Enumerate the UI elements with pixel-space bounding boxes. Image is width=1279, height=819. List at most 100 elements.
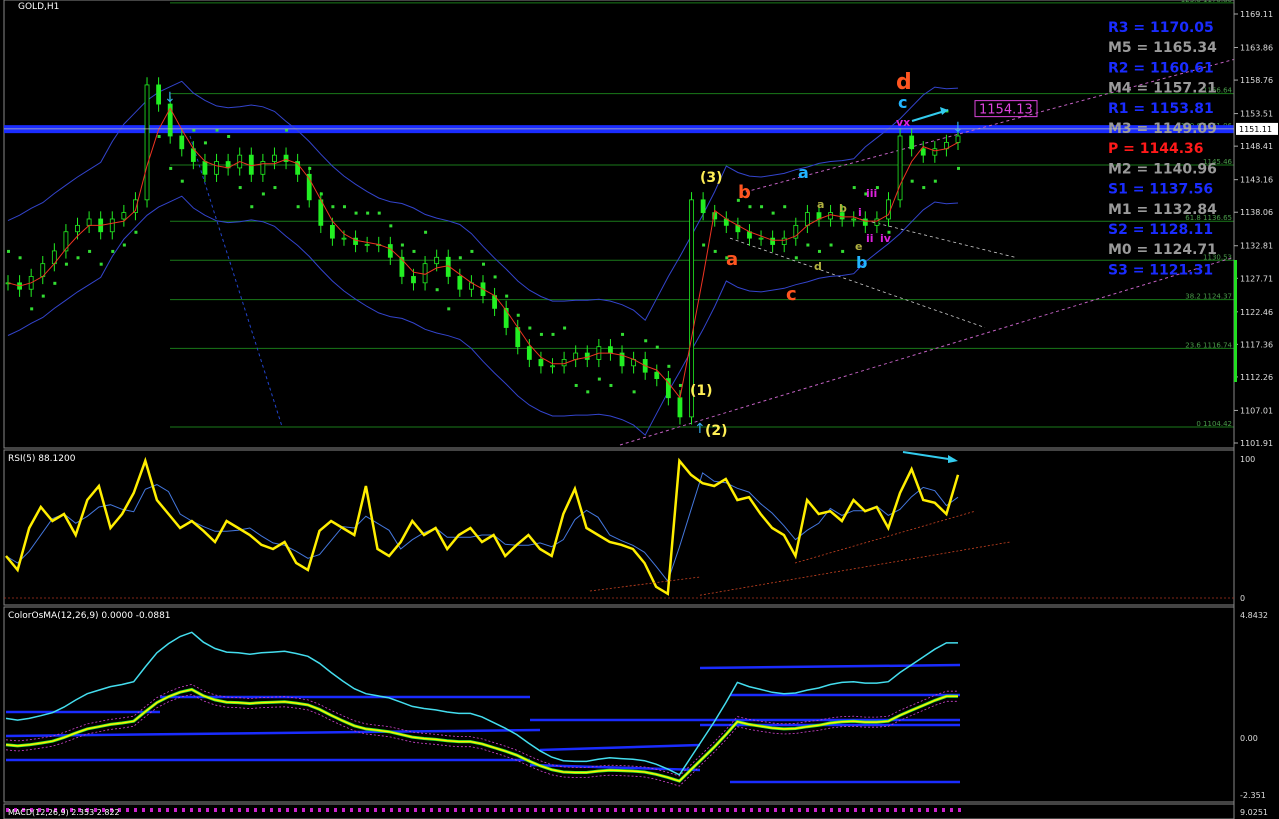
macd-bar: [582, 808, 585, 812]
rsi-arrowhead: [948, 455, 958, 463]
sar-dot: [563, 326, 567, 330]
macd-bar: [894, 808, 897, 812]
wave-label: iii: [866, 187, 877, 200]
sar-dot: [621, 332, 625, 336]
candle-body: [851, 218, 857, 221]
sar-dot: [227, 134, 231, 138]
candle-body: [955, 135, 961, 143]
pivot-label: S1 = 1137.56: [1108, 182, 1213, 198]
price-box-label: 1154.13: [979, 103, 1033, 118]
pivot-label: R2 = 1160.61: [1108, 60, 1214, 76]
macd-bar: [710, 808, 713, 812]
macd-bar: [398, 808, 401, 812]
macd-bar: [366, 808, 369, 812]
macd-bar: [534, 808, 537, 812]
sar-dot: [933, 179, 937, 183]
wave-label: i: [858, 206, 862, 219]
macd-bar: [726, 808, 729, 812]
pivot-label: S3 = 1121.31: [1108, 262, 1213, 278]
price-tick-label: 1101.91: [1240, 439, 1273, 448]
sar-dot: [134, 230, 138, 234]
candle-body: [862, 218, 868, 226]
fib-level-label: 0 1104.42: [1196, 420, 1232, 428]
lower-channel-line: [619, 256, 1235, 446]
osma-level-line: [539, 743, 701, 752]
candle-body: [538, 359, 544, 367]
macd-bar: [126, 808, 129, 812]
macd-bar: [606, 808, 609, 812]
candle-body: [329, 224, 335, 239]
price-tick-label: 1132.81: [1240, 242, 1273, 251]
sar-dot: [910, 179, 914, 183]
macd-bar: [926, 808, 929, 812]
candle-body: [897, 135, 903, 201]
macd-bar: [238, 808, 241, 812]
sar-dot: [76, 256, 80, 260]
candle-body: [758, 237, 764, 240]
macd-bar: [630, 808, 633, 812]
macd-bar: [478, 808, 481, 812]
osma-tick-label: -2.351: [1240, 791, 1266, 800]
candle-body: [272, 154, 277, 162]
candle-body: [677, 397, 683, 418]
sar-dot: [203, 141, 207, 145]
fib-level-label: 123.6 1170.86: [1181, 0, 1233, 4]
macd-bar: [566, 808, 569, 812]
wave-label: a: [798, 163, 809, 182]
sar-dot: [516, 313, 520, 317]
candle-body: [156, 84, 162, 105]
osma-panel-frame: [3, 606, 1235, 803]
sar-dot: [180, 179, 184, 183]
wave-label: b: [839, 202, 847, 215]
wave-label: c: [898, 93, 907, 112]
macd-bar: [502, 808, 505, 812]
macd-bar: [134, 808, 137, 812]
macd-bar: [494, 808, 497, 812]
candle-body: [700, 199, 706, 214]
macd-bar: [422, 808, 425, 812]
macd-bar: [766, 808, 769, 812]
sar-dot: [331, 205, 335, 209]
sar-dot: [829, 243, 833, 247]
macd-bar: [878, 808, 881, 812]
macd-bar: [310, 808, 313, 812]
pivot-label: M4 = 1157.21: [1108, 81, 1217, 97]
sar-dot: [88, 249, 92, 253]
macd-bar: [814, 808, 817, 812]
macd-bar: [302, 808, 305, 812]
sar-dot: [597, 377, 601, 381]
sar-dot: [41, 294, 45, 298]
macd-bar: [782, 808, 785, 812]
macd-bar: [470, 808, 473, 812]
osma-level-line: [699, 663, 961, 670]
price-tick-label: 1117.36: [1240, 340, 1273, 349]
macd-bar: [694, 808, 697, 812]
macd-panel-frame: [3, 803, 1235, 819]
wave-label: a: [726, 249, 738, 270]
sar-dot: [30, 307, 34, 311]
sar-dot: [261, 192, 265, 196]
candle-body: [364, 244, 370, 246]
candle-body: [584, 352, 590, 360]
macd-bar: [846, 808, 849, 812]
sar-dot: [852, 186, 856, 190]
macd-bar: [414, 808, 417, 812]
candle-body: [283, 154, 289, 162]
price-tick-label: 1127.71: [1240, 274, 1273, 283]
sar-dot: [586, 390, 590, 394]
osma-tick-label: 4.8432: [1240, 611, 1268, 620]
sar-dot: [111, 249, 115, 253]
pivot-label: M2 = 1140.96: [1108, 161, 1217, 177]
macd-bar: [862, 808, 865, 812]
sar-dot: [493, 275, 497, 279]
sar-dot: [957, 166, 960, 170]
macd-bar: [518, 808, 521, 812]
macd-bar: [686, 808, 689, 812]
sar-dot: [470, 249, 474, 253]
macd-bar: [590, 808, 593, 812]
price-tick-label: 1169.11: [1240, 10, 1273, 19]
sar-dot: [655, 345, 659, 349]
sar-dot: [528, 326, 532, 330]
sar-dot: [354, 211, 358, 215]
macd-bar: [622, 808, 625, 812]
